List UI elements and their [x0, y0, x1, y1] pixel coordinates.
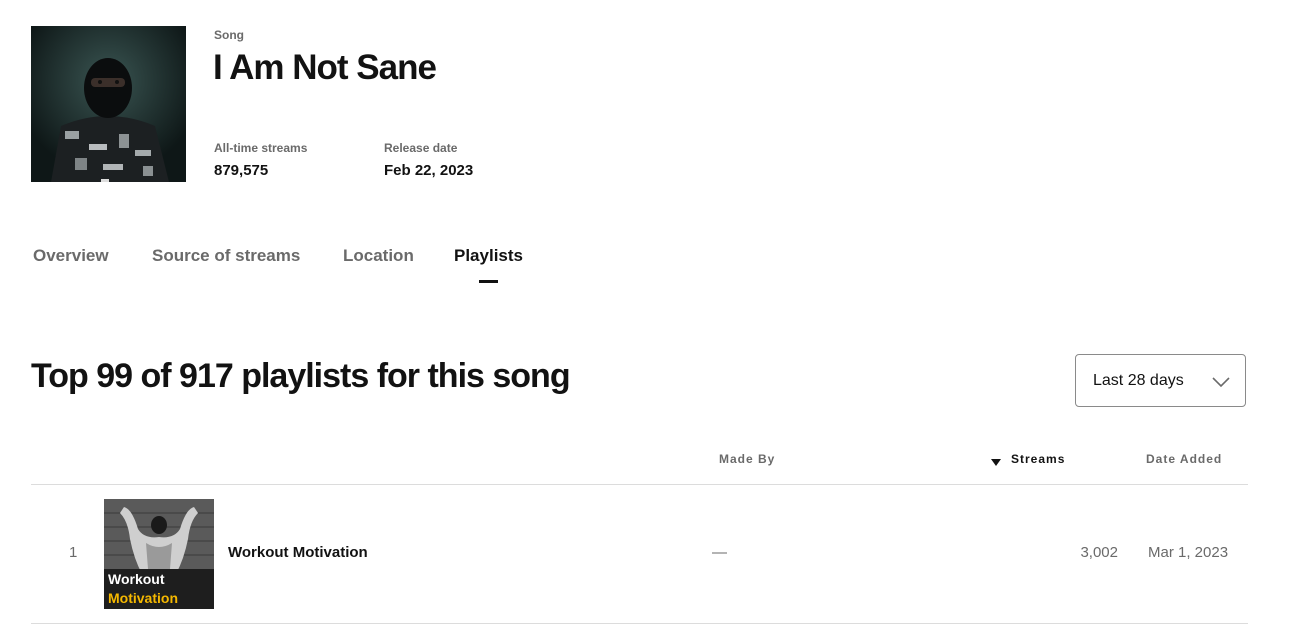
- song-playlists-page: Song I Am Not Sane All-time streams 879,…: [0, 0, 1297, 624]
- column-header-streams[interactable]: Streams: [991, 452, 1066, 466]
- thumbnail-title-line2: Motivation: [108, 590, 178, 606]
- playlist-name[interactable]: Workout Motivation: [228, 544, 368, 561]
- playlist-date-added: Mar 1, 2023: [1148, 544, 1229, 561]
- date-range-dropdown[interactable]: Last 28 days: [1075, 354, 1246, 407]
- column-header-date-added[interactable]: Date Added: [1146, 452, 1222, 466]
- table-row[interactable]: 1 Workout Motivation Workout Motivation …: [31, 485, 1248, 623]
- column-header-made-by[interactable]: Made By: [719, 452, 775, 466]
- sort-descending-icon: [991, 455, 1001, 469]
- all-time-streams-value: 879,575: [214, 162, 269, 179]
- section-title: Top 99 of 917 playlists for this song: [31, 357, 571, 395]
- tab-source-of-streams[interactable]: Source of streams: [152, 246, 300, 266]
- song-title: I Am Not Sane: [213, 48, 437, 87]
- tab-playlists[interactable]: Playlists: [454, 246, 523, 266]
- song-type-label: Song: [214, 28, 244, 42]
- row-rank: 1: [69, 544, 78, 561]
- release-date-label: Release date: [384, 141, 458, 155]
- playlist-thumbnail: Workout Motivation: [104, 499, 214, 609]
- all-time-streams-label: All-time streams: [214, 141, 308, 155]
- active-tab-indicator: [479, 280, 498, 283]
- tab-overview[interactable]: Overview: [33, 246, 109, 266]
- playlist-streams-value: 3,002: [1080, 544, 1118, 561]
- release-date-value: Feb 22, 2023: [384, 162, 474, 179]
- thumbnail-title-line1: Workout: [108, 571, 165, 587]
- column-header-streams-label: Streams: [1011, 452, 1066, 466]
- song-cover-art: [31, 26, 186, 182]
- playlist-made-by: —: [712, 544, 727, 561]
- chevron-down-icon: [1212, 375, 1230, 393]
- date-range-value: Last 28 days: [1093, 372, 1184, 389]
- tab-location[interactable]: Location: [343, 246, 414, 266]
